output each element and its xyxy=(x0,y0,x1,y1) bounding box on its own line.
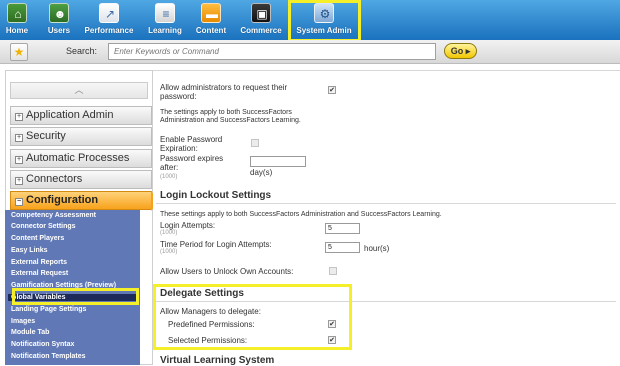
login-attempts-label: Login Attempts: xyxy=(160,221,216,230)
nav-commerce[interactable]: ▣ Commerce xyxy=(236,0,286,40)
login-lockout-heading: Login Lockout Settings xyxy=(160,190,272,201)
password-settings-note: The settings apply to both SuccessFactor… xyxy=(160,109,301,124)
nav-home[interactable]: ⌂ Home xyxy=(5,0,29,40)
time-period-range: (1000) xyxy=(160,249,178,255)
sidebar-section-automatic-processes[interactable]: + Automatic Processes xyxy=(10,149,152,168)
submenu-landing-page-settings[interactable]: Landing Page Settings xyxy=(11,306,86,313)
submenu-notification-syntax[interactable]: Notification Syntax xyxy=(11,341,74,348)
sidebar-section-connectors[interactable]: + Connectors xyxy=(10,170,152,189)
submenu-notification-templates[interactable]: Notification Templates xyxy=(11,353,86,360)
nav-label: Learning xyxy=(148,26,182,35)
allow-request-password-checkbox[interactable]: ✔ xyxy=(328,86,336,94)
go-arrow-icon: ▸ xyxy=(465,46,471,56)
nav-label: Performance xyxy=(84,26,134,35)
time-period-label: Time Period for Login Attempts: xyxy=(160,240,272,249)
nav-label: Content xyxy=(195,26,227,35)
unlock-own-accounts-checkbox[interactable] xyxy=(329,267,337,275)
login-attempts-range: (1000) xyxy=(160,230,178,236)
learning-icon: ≡ xyxy=(155,3,175,23)
chevron-up-icon: ︿ xyxy=(74,85,84,95)
go-label: Go xyxy=(450,46,464,56)
password-expires-range: (1000) xyxy=(160,174,178,180)
enable-expiration-checkbox[interactable] xyxy=(251,139,259,147)
lockout-note: These settings apply to both SuccessFact… xyxy=(160,211,442,218)
sidebar-section-configuration[interactable]: − Configuration xyxy=(10,191,160,211)
nav-label: Home xyxy=(5,26,29,35)
nav-learning[interactable]: ≡ Learning xyxy=(145,0,185,40)
password-expires-unit: day(s) xyxy=(250,168,273,177)
password-expires-label: Password expires after: xyxy=(160,154,224,172)
allow-request-password-label: Allow administrators to request their pa… xyxy=(160,83,288,101)
divider xyxy=(153,70,620,71)
collapse-sidebar-button[interactable]: ︿ xyxy=(10,82,148,99)
time-period-input[interactable]: 5 xyxy=(325,242,360,253)
delegate-settings-highlight xyxy=(153,284,352,350)
commerce-icon: ▣ xyxy=(251,3,271,23)
nav-label: Commerce xyxy=(240,26,282,35)
nav-label: Users xyxy=(47,26,71,35)
users-icon: ☻ xyxy=(49,3,69,23)
nav-performance[interactable]: ↗ Performance xyxy=(84,0,134,40)
divider xyxy=(156,203,616,204)
search-bar: ★ Search: Go ▸ xyxy=(0,40,620,64)
section-label: Application Admin xyxy=(26,109,114,121)
section-label: Configuration xyxy=(26,194,99,206)
enable-expiration-label: Enable Password Expiration: xyxy=(160,135,223,153)
time-period-unit: hour(s) xyxy=(364,244,390,253)
sidebar-section-application-admin[interactable]: + Application Admin xyxy=(10,106,152,125)
submenu-easy-links[interactable]: Easy Links xyxy=(11,247,48,254)
section-label: Automatic Processes xyxy=(26,152,130,164)
go-button[interactable]: Go ▸ xyxy=(444,43,477,59)
search-input[interactable] xyxy=(108,43,436,60)
top-navigation: ⌂ Home ☻ Users ↗ Performance ≡ Learning … xyxy=(0,0,620,42)
expand-icon: + xyxy=(15,113,23,121)
virtual-learning-heading: Virtual Learning System xyxy=(160,355,275,366)
expand-icon: + xyxy=(15,134,23,142)
expand-icon: + xyxy=(15,177,23,185)
home-icon: ⌂ xyxy=(7,3,27,23)
collapse-icon: − xyxy=(15,198,23,206)
performance-icon: ↗ xyxy=(99,3,119,23)
submenu-connector-settings[interactable]: Connector Settings xyxy=(11,223,76,230)
sidebar-section-security[interactable]: + Security xyxy=(10,127,152,146)
section-label: Security xyxy=(26,130,66,142)
submenu-competency-assessment[interactable]: Competency Assessment xyxy=(11,212,96,219)
expand-icon: + xyxy=(15,156,23,164)
password-expires-input[interactable] xyxy=(250,156,306,167)
login-attempts-input[interactable]: 5 xyxy=(325,223,360,234)
nav-users[interactable]: ☻ Users xyxy=(46,0,72,40)
favorites-star-icon[interactable]: ★ xyxy=(10,43,28,61)
system-admin-highlight xyxy=(288,0,361,42)
submenu-external-reports[interactable]: External Reports xyxy=(11,259,67,266)
search-label: Search: xyxy=(66,46,98,56)
section-label: Connectors xyxy=(26,173,83,185)
submenu-content-players[interactable]: Content Players xyxy=(11,235,64,242)
nav-content[interactable]: ▬ Content xyxy=(192,0,230,40)
global-variables-highlight xyxy=(12,288,139,305)
submenu-images[interactable]: Images xyxy=(11,318,35,325)
submenu-module-tab[interactable]: Module Tab xyxy=(11,329,49,336)
unlock-own-accounts-label: Allow Users to Unlock Own Accounts: xyxy=(160,267,294,276)
content-icon: ▬ xyxy=(201,3,221,23)
submenu-external-request[interactable]: External Request xyxy=(11,270,68,277)
